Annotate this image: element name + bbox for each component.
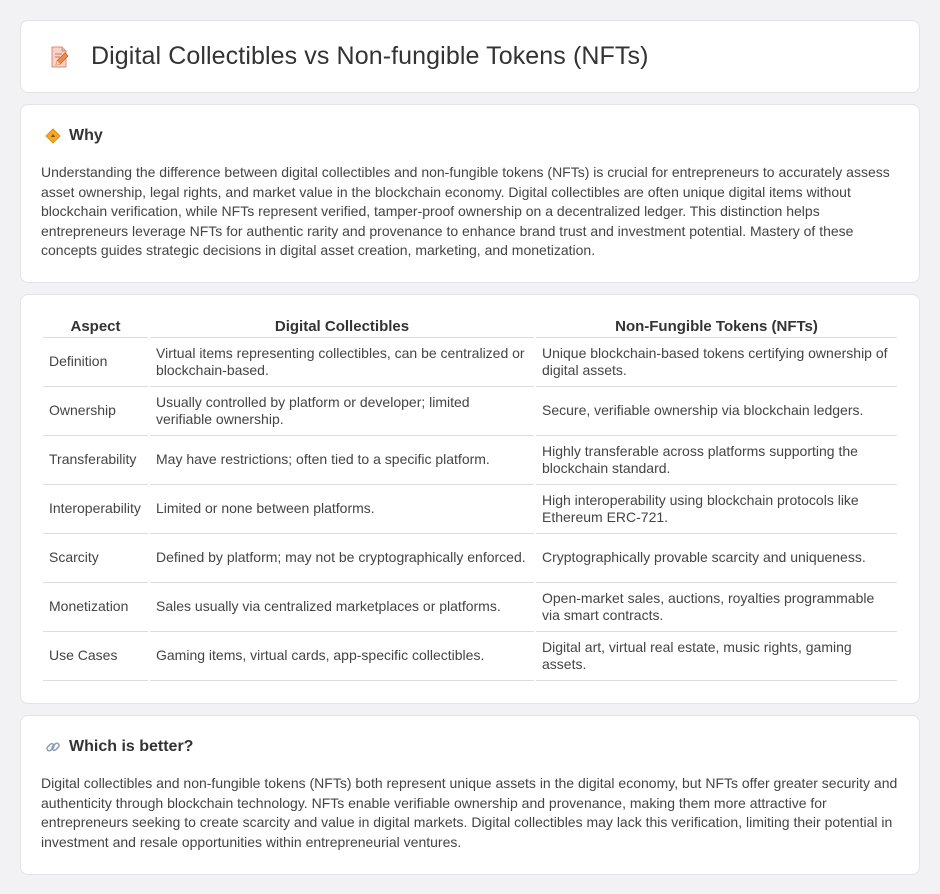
better-heading-label: Which is better? [69, 738, 194, 755]
title-card: Digital Collectibles vs Non-fungible Tok… [20, 20, 920, 93]
table-row: Interoperability Limited or none between… [43, 485, 897, 534]
column-header-nfts: Non-Fungible Tokens (NFTs) [536, 315, 897, 338]
digital-collectibles-cell: Gaming items, virtual cards, app-specifi… [150, 632, 534, 681]
page-title: Digital Collectibles vs Non-fungible Tok… [91, 42, 649, 70]
table-row: Use Cases Gaming items, virtual cards, a… [43, 632, 897, 681]
digital-collectibles-cell: May have restrictions; often tied to a s… [150, 436, 534, 485]
digital-collectibles-cell: Usually controlled by platform or develo… [150, 387, 534, 436]
aspect-cell: Transferability [43, 436, 148, 485]
document-pencil-icon [47, 45, 71, 69]
nft-cell: High interoperability using blockchain p… [536, 485, 897, 534]
better-heading: Which is better? [44, 738, 899, 756]
digital-collectibles-cell: Virtual items representing collectibles,… [150, 338, 534, 387]
table-row: Scarcity Defined by platform; may not be… [43, 534, 897, 583]
nft-cell: Highly transferable across platforms sup… [536, 436, 897, 485]
digital-collectibles-cell: Limited or none between platforms. [150, 485, 534, 534]
nft-cell: Open-market sales, auctions, royalties p… [536, 583, 897, 632]
aspect-cell: Scarcity [43, 534, 148, 583]
table-row: Ownership Usually controlled by platform… [43, 387, 897, 436]
aspect-cell: Monetization [43, 583, 148, 632]
column-header-aspect: Aspect [43, 315, 148, 338]
better-text: Digital collectibles and non-fungible to… [41, 775, 898, 850]
nft-cell: Unique blockchain-based tokens certifyin… [536, 338, 897, 387]
column-header-digital-collectibles: Digital Collectibles [150, 315, 534, 338]
nft-cell: Cryptographically provable scarcity and … [536, 534, 897, 583]
link-icon [44, 738, 62, 756]
why-heading-label: Why [69, 127, 103, 144]
nft-cell: Digital art, virtual real estate, music … [536, 632, 897, 681]
table-row: Definition Virtual items representing co… [43, 338, 897, 387]
why-section: Why Understanding the difference between… [20, 104, 920, 283]
table-row: Transferability May have restrictions; o… [43, 436, 897, 485]
table-row: Monetization Sales usually via centraliz… [43, 583, 897, 632]
why-heading: Why [44, 127, 899, 145]
comparison-table-card: Aspect Digital Collectibles Non-Fungible… [20, 294, 920, 704]
aspect-cell: Definition [43, 338, 148, 387]
which-is-better-section: Which is better? Digital collectibles an… [20, 715, 920, 875]
aspect-cell: Use Cases [43, 632, 148, 681]
aspect-cell: Ownership [43, 387, 148, 436]
digital-collectibles-cell: Sales usually via centralized marketplac… [150, 583, 534, 632]
digital-collectibles-cell: Defined by platform; may not be cryptogr… [150, 534, 534, 583]
why-text: Understanding the difference between dig… [41, 164, 890, 259]
aspect-cell: Interoperability [43, 485, 148, 534]
comparison-table: Aspect Digital Collectibles Non-Fungible… [41, 315, 899, 681]
table-header-row: Aspect Digital Collectibles Non-Fungible… [43, 315, 897, 338]
diamond-sign-icon [44, 127, 62, 145]
nft-cell: Secure, verifiable ownership via blockch… [536, 387, 897, 436]
